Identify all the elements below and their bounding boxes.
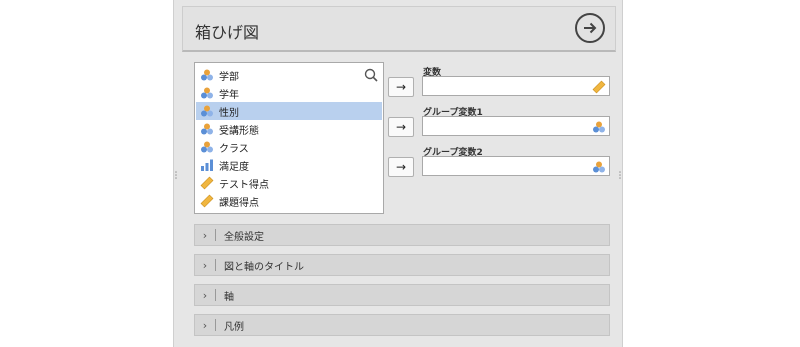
ruler-icon bbox=[200, 176, 214, 190]
variable-item[interactable]: クラス bbox=[196, 138, 382, 156]
group-variable-2-field[interactable] bbox=[422, 156, 610, 176]
chevron-right-icon: › bbox=[202, 228, 208, 242]
chevron-right-icon: › bbox=[202, 288, 208, 302]
nominal-icon bbox=[200, 68, 214, 82]
variable-item[interactable]: 満足度 bbox=[196, 156, 382, 174]
nominal-icon bbox=[200, 104, 214, 118]
variable-list[interactable]: 学部学年性別受講形態クラス満足度テスト得点課題得点 bbox=[194, 62, 384, 214]
section-axes[interactable]: › 軸 bbox=[194, 284, 610, 306]
nominal-icon bbox=[200, 140, 214, 154]
variable-field[interactable] bbox=[422, 76, 610, 96]
divider bbox=[215, 289, 216, 301]
variable-item[interactable]: 性別 bbox=[196, 102, 382, 120]
variable-label: 性別 bbox=[219, 107, 239, 119]
variable-label: 満足度 bbox=[219, 161, 249, 173]
chevron-right-icon: › bbox=[202, 318, 208, 332]
arrow-right-circle-icon bbox=[584, 22, 597, 34]
variable-item[interactable]: 学年 bbox=[196, 84, 382, 102]
ruler-icon bbox=[592, 79, 606, 94]
panel-header: 箱ひげ図 bbox=[182, 6, 616, 52]
nominal-icon bbox=[592, 119, 606, 133]
variable-item[interactable]: 学部 bbox=[196, 66, 382, 84]
variable-label: 学年 bbox=[219, 89, 239, 101]
divider bbox=[215, 259, 216, 271]
variable-item[interactable]: 受講形態 bbox=[196, 120, 382, 138]
resize-grip-right[interactable] bbox=[618, 170, 622, 180]
move-to-group1-button[interactable]: → bbox=[388, 117, 414, 137]
nominal-icon bbox=[200, 86, 214, 100]
section-label: 凡例 bbox=[224, 321, 244, 333]
section-label: 図と軸のタイトル bbox=[224, 261, 304, 273]
move-to-group2-button[interactable]: → bbox=[388, 157, 414, 177]
move-to-variable-button[interactable]: → bbox=[388, 77, 414, 97]
variable-label: クラス bbox=[219, 143, 249, 155]
section-legend[interactable]: › 凡例 bbox=[194, 314, 610, 336]
chevron-right-icon: › bbox=[202, 258, 208, 272]
run-button[interactable] bbox=[575, 13, 605, 43]
resize-grip-left[interactable] bbox=[174, 170, 178, 180]
section-general-settings[interactable]: › 全般設定 bbox=[194, 224, 610, 246]
analysis-panel: 箱ひげ図 学部 学年 性別 受講形態 クラス 満足度 テスト得点 課題得点 → 変数 → グル… bbox=[173, 0, 623, 347]
group-variable-1-field[interactable] bbox=[422, 116, 610, 136]
nominal-icon bbox=[200, 122, 214, 136]
section-label: 全般設定 bbox=[224, 231, 264, 243]
variable-item[interactable]: 課題得点 bbox=[196, 192, 382, 210]
section-titles[interactable]: › 図と軸のタイトル bbox=[194, 254, 610, 276]
divider bbox=[215, 229, 216, 241]
variable-label: テスト得点 bbox=[219, 179, 269, 191]
variable-label: 受講形態 bbox=[219, 125, 259, 137]
ruler-icon bbox=[200, 194, 214, 208]
ordinal-icon bbox=[200, 158, 214, 172]
variable-label: 課題得点 bbox=[219, 197, 259, 209]
divider bbox=[215, 319, 216, 331]
nominal-icon bbox=[592, 159, 606, 173]
section-label: 軸 bbox=[224, 291, 234, 303]
page-title: 箱ひげ図 bbox=[195, 23, 260, 42]
variable-item[interactable]: テスト得点 bbox=[196, 174, 382, 192]
variable-label: 学部 bbox=[219, 71, 239, 83]
